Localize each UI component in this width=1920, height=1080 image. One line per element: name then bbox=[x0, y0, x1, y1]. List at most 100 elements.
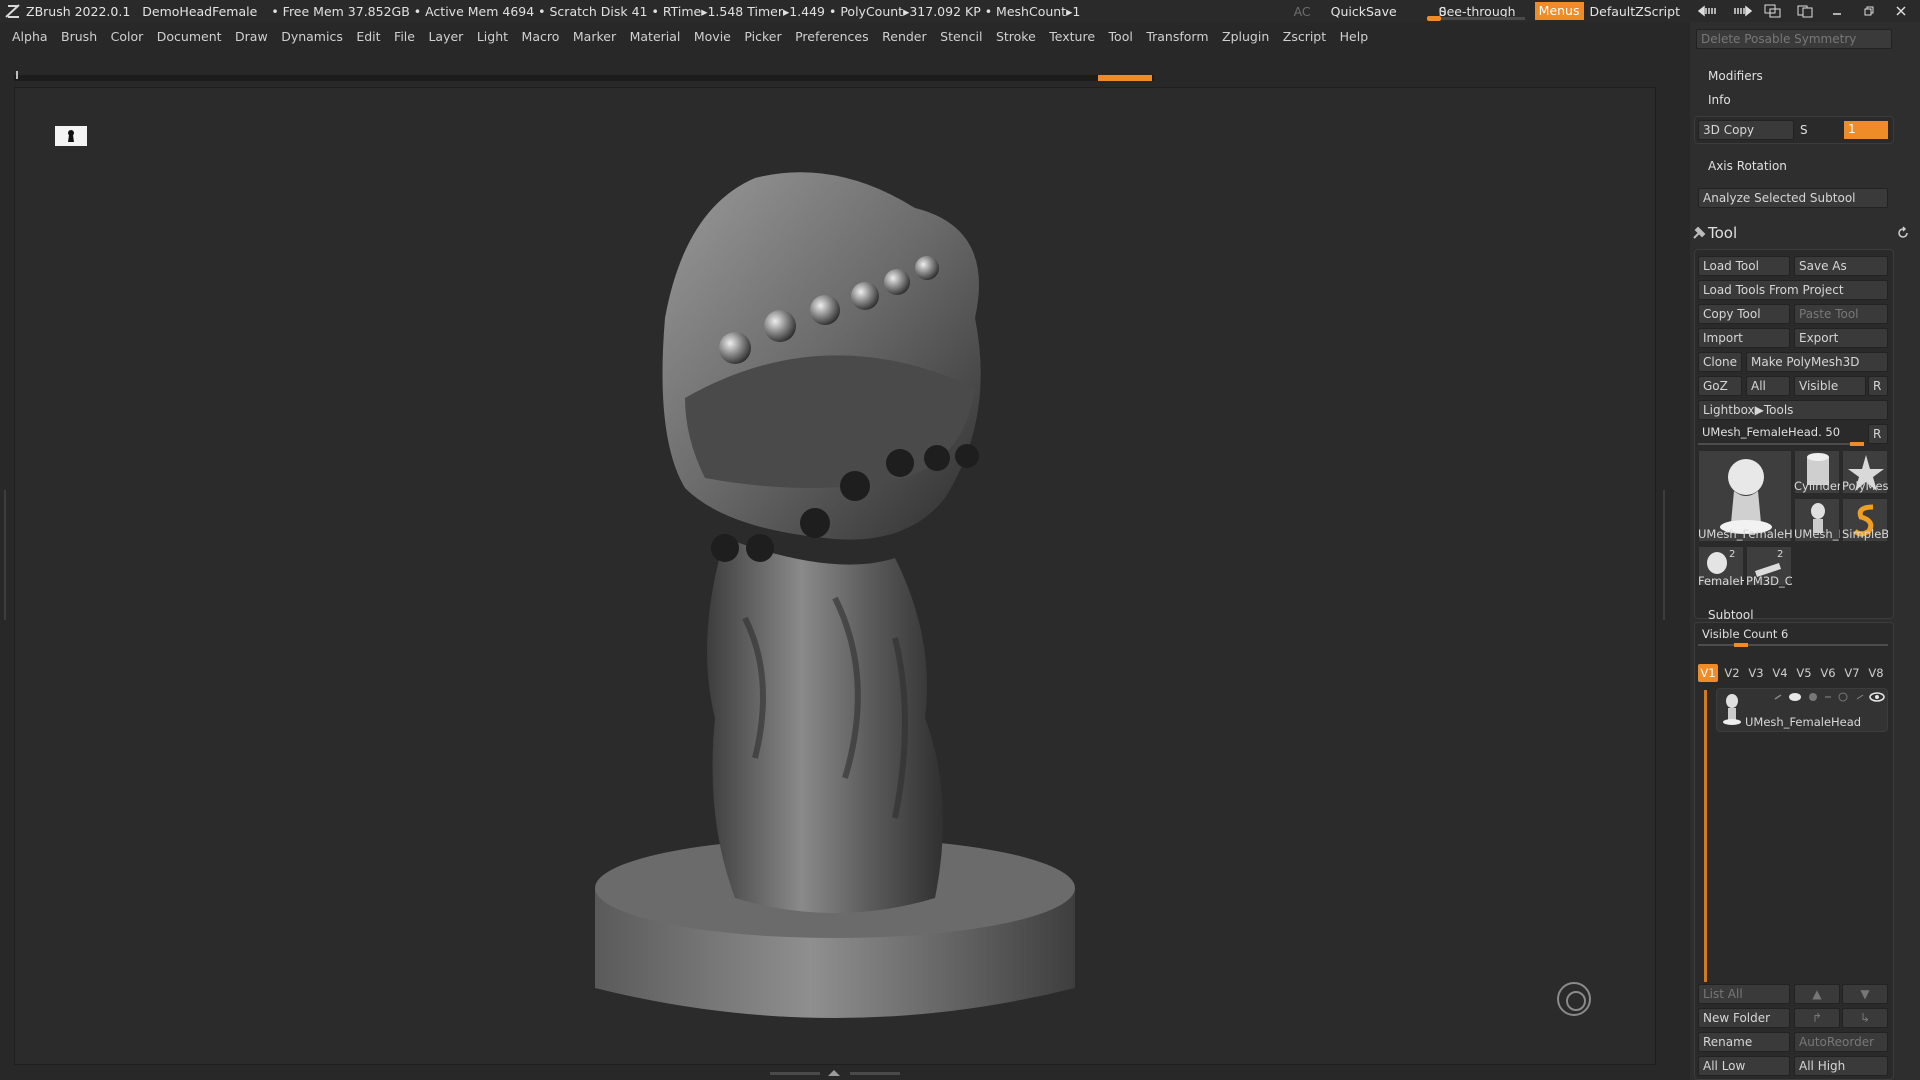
menu-preferences[interactable]: Preferences bbox=[795, 29, 869, 44]
minimize-icon[interactable] bbox=[1824, 3, 1850, 19]
visible-count-knob[interactable] bbox=[1734, 643, 1748, 647]
rotation-gizmo-icon[interactable] bbox=[1557, 982, 1591, 1016]
layout-icon[interactable] bbox=[1760, 3, 1786, 19]
subtool-visibility-toggles[interactable] bbox=[1771, 691, 1887, 703]
goz-all-button[interactable]: All bbox=[1746, 376, 1790, 396]
info-section[interactable]: Info bbox=[1708, 93, 1731, 107]
visibility-set-tab-v2[interactable]: V2 bbox=[1722, 664, 1742, 682]
goz-button[interactable]: GoZ bbox=[1698, 376, 1742, 396]
menu-edit[interactable]: Edit bbox=[356, 29, 380, 44]
palette-icon[interactable] bbox=[1792, 3, 1818, 19]
menu-render[interactable]: Render bbox=[882, 29, 927, 44]
bottom-tray-handle[interactable] bbox=[770, 1069, 900, 1077]
3d-copy-button[interactable]: 3D Copy bbox=[1698, 120, 1794, 140]
menu-texture[interactable]: Texture bbox=[1049, 29, 1095, 44]
lightbox-tools-button[interactable]: Lightbox▶Tools bbox=[1698, 400, 1888, 420]
all-high-button[interactable]: All High bbox=[1794, 1056, 1888, 1076]
menu-movie[interactable]: Movie bbox=[694, 29, 731, 44]
current-tool-r-button[interactable]: R bbox=[1868, 424, 1888, 444]
ui-expand-icon[interactable] bbox=[1728, 3, 1754, 19]
copy-tool-button[interactable]: Copy Tool bbox=[1698, 304, 1790, 324]
default-zscript-button[interactable]: DefaultZScript bbox=[1590, 4, 1681, 19]
menu-alpha[interactable]: Alpha bbox=[12, 29, 48, 44]
load-tool-button[interactable]: Load Tool bbox=[1698, 256, 1790, 276]
current-tool-slider-label[interactable]: UMesh_FemaleHead. 50 bbox=[1702, 425, 1840, 439]
menu-brush[interactable]: Brush bbox=[61, 29, 97, 44]
arrow-right-button[interactable]: ↱ bbox=[1794, 1008, 1840, 1028]
menu-help[interactable]: Help bbox=[1340, 29, 1369, 44]
menu-marker[interactable]: Marker bbox=[573, 29, 616, 44]
menu-macro[interactable]: Macro bbox=[522, 29, 560, 44]
shelf-active-marker[interactable] bbox=[1098, 75, 1152, 81]
subtool-list-item[interactable]: UMesh_FemaleHead bbox=[1716, 688, 1888, 732]
visibility-set-tab-v1[interactable]: V1 bbox=[1698, 664, 1718, 682]
right-tray-handle[interactable] bbox=[1659, 490, 1665, 620]
current-tool-slider-knob[interactable] bbox=[1850, 442, 1864, 446]
load-tools-from-project-button[interactable]: Load Tools From Project bbox=[1698, 280, 1888, 300]
menu-tool[interactable]: Tool bbox=[1109, 29, 1133, 44]
modifiers-section[interactable]: Modifiers bbox=[1708, 69, 1763, 83]
menu-color[interactable]: Color bbox=[111, 29, 144, 44]
list-all-button[interactable]: List All bbox=[1698, 984, 1790, 1004]
menu-picker[interactable]: Picker bbox=[744, 29, 781, 44]
quicksave-button[interactable]: QuickSave bbox=[1331, 4, 1397, 19]
restore-icon[interactable] bbox=[1856, 3, 1882, 19]
menu-stroke[interactable]: Stroke bbox=[996, 29, 1036, 44]
visibility-set-tab-v8[interactable]: V8 bbox=[1866, 664, 1886, 682]
menu-layer[interactable]: Layer bbox=[428, 29, 463, 44]
menu-material[interactable]: Material bbox=[630, 29, 681, 44]
visible-count-label[interactable]: Visible Count 6 bbox=[1702, 627, 1788, 641]
clone-button[interactable]: Clone bbox=[1698, 352, 1742, 372]
zbrush-logo-icon[interactable] bbox=[4, 2, 22, 20]
save-as-button[interactable]: Save As bbox=[1794, 256, 1888, 276]
move-down-button[interactable]: ▼ bbox=[1842, 984, 1888, 1004]
menu-zscript[interactable]: Zscript bbox=[1283, 29, 1326, 44]
auto-reorder-button[interactable]: AutoReorder bbox=[1794, 1032, 1888, 1052]
delete-posable-symmetry-button[interactable]: Delete Posable Symmetry bbox=[1696, 29, 1892, 49]
canvas-viewport[interactable] bbox=[14, 87, 1656, 1065]
goz-visible-button[interactable]: Visible bbox=[1794, 376, 1866, 396]
export-button[interactable]: Export bbox=[1794, 328, 1888, 348]
current-tool-slider-track bbox=[1698, 443, 1864, 445]
rename-button[interactable]: Rename bbox=[1698, 1032, 1790, 1052]
menu-zplugin[interactable]: Zplugin bbox=[1222, 29, 1269, 44]
all-low-button[interactable]: All Low bbox=[1698, 1056, 1790, 1076]
ui-shrink-icon[interactable] bbox=[1696, 3, 1722, 19]
subtool-scrollbar[interactable] bbox=[1704, 690, 1707, 982]
visibility-set-tab-v3[interactable]: V3 bbox=[1746, 664, 1766, 682]
menu-file[interactable]: File bbox=[394, 29, 415, 44]
paste-tool-button[interactable]: Paste Tool bbox=[1794, 304, 1888, 324]
visible-count-track bbox=[1698, 644, 1888, 646]
close-icon[interactable] bbox=[1888, 3, 1914, 19]
menu-document[interactable]: Document bbox=[157, 29, 222, 44]
sculpt-model[interactable] bbox=[575, 118, 1095, 1058]
axis-rotation-section[interactable]: Axis Rotation bbox=[1708, 159, 1787, 173]
visibility-set-tab-v5[interactable]: V5 bbox=[1794, 664, 1814, 682]
subtool-thumbnail bbox=[1723, 694, 1741, 725]
menus-toggle-button[interactable]: Menus bbox=[1534, 2, 1584, 20]
menu-draw[interactable]: Draw bbox=[235, 29, 268, 44]
visibility-set-tab-v6[interactable]: V6 bbox=[1818, 664, 1838, 682]
refresh-icon[interactable] bbox=[1896, 226, 1910, 240]
analyze-subtool-button[interactable]: Analyze Selected Subtool bbox=[1698, 188, 1888, 208]
copy3d-value-field[interactable]: 1 bbox=[1844, 121, 1888, 139]
goz-r-button[interactable]: R bbox=[1868, 376, 1888, 396]
arrow-down-right-button[interactable]: ↳ bbox=[1842, 1008, 1888, 1028]
menu-transform[interactable]: Transform bbox=[1146, 29, 1208, 44]
import-button[interactable]: Import bbox=[1698, 328, 1790, 348]
tool-palette-title[interactable]: Tool bbox=[1708, 224, 1737, 242]
see-through-knob[interactable] bbox=[1426, 16, 1441, 21]
menu-stencil[interactable]: Stencil bbox=[940, 29, 982, 44]
subtool-title[interactable]: Subtool bbox=[1708, 608, 1754, 622]
see-through-slider[interactable]: See-through 0 bbox=[1426, 0, 1525, 22]
keyhole-icon[interactable] bbox=[55, 126, 87, 146]
ac-toggle[interactable]: AC bbox=[1294, 4, 1311, 19]
make-polymesh3d-button[interactable]: Make PolyMesh3D bbox=[1746, 352, 1888, 372]
menu-dynamics[interactable]: Dynamics bbox=[281, 29, 343, 44]
visibility-set-tab-v7[interactable]: V7 bbox=[1842, 664, 1862, 682]
move-up-button[interactable]: ▲ bbox=[1794, 984, 1840, 1004]
visibility-set-tab-v4[interactable]: V4 bbox=[1770, 664, 1790, 682]
new-folder-button[interactable]: New Folder bbox=[1698, 1008, 1790, 1028]
menu-light[interactable]: Light bbox=[477, 29, 508, 44]
left-tray-handle[interactable] bbox=[4, 490, 10, 620]
